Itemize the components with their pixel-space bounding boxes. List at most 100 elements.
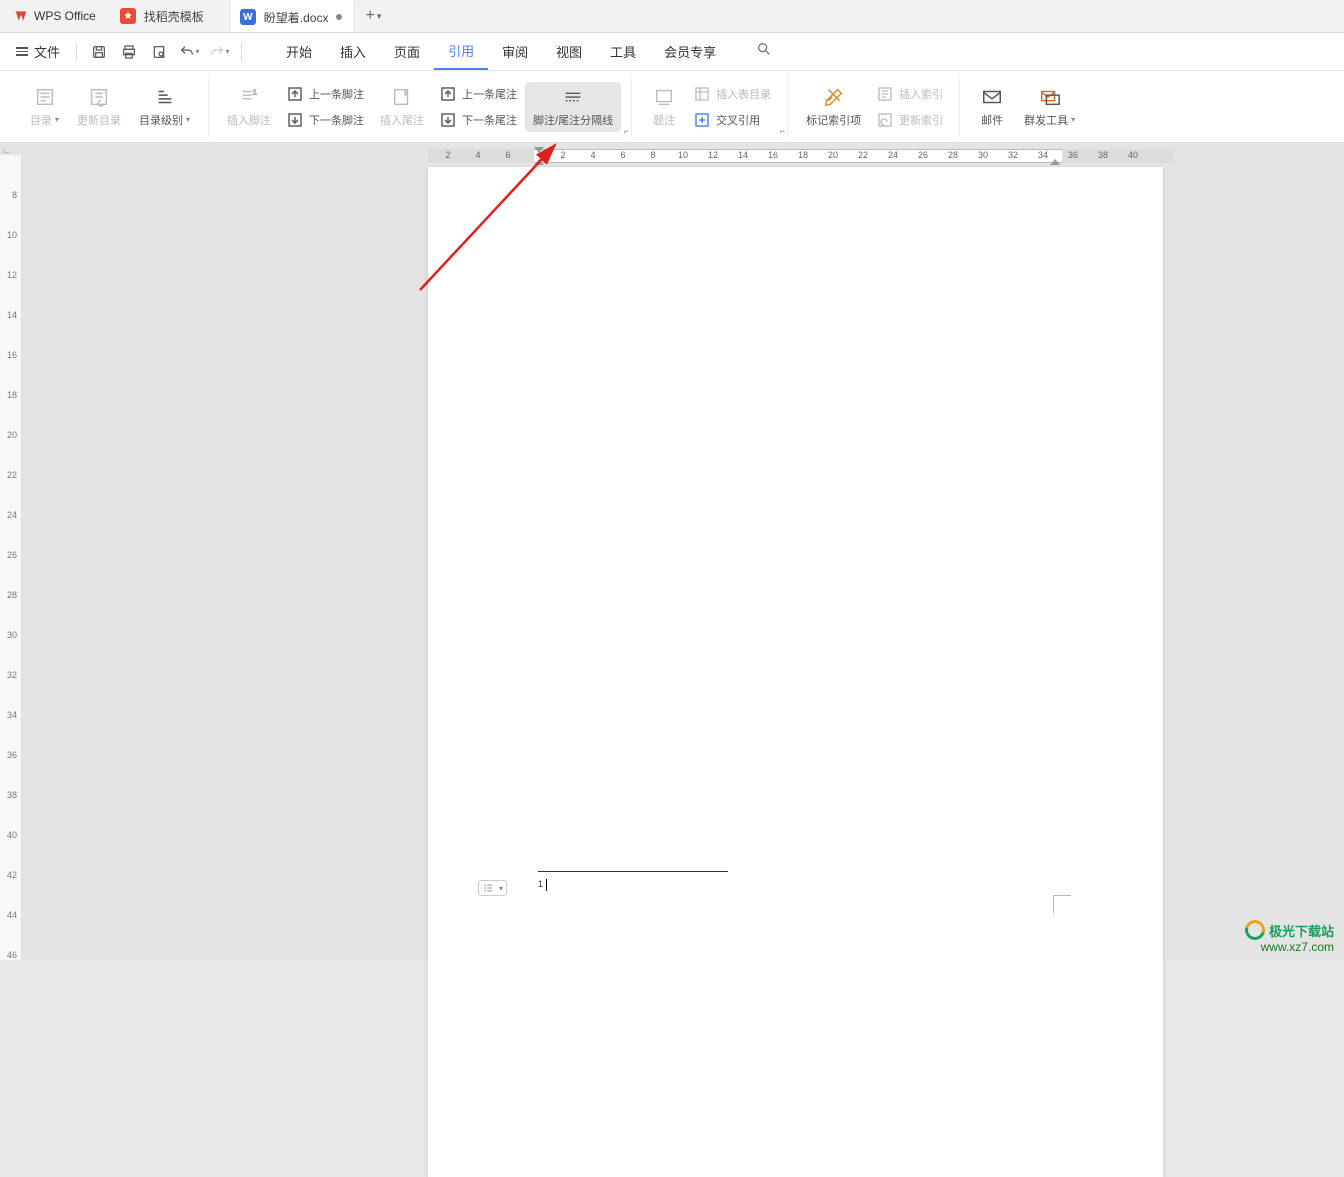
crossref-icon	[694, 112, 710, 128]
endnote-icon: i	[391, 86, 413, 108]
tab-insert[interactable]: 插入	[326, 34, 380, 69]
tab-page[interactable]: 页面	[380, 34, 434, 69]
group-index: 标记索引项 插入索引 更新索引	[788, 75, 960, 138]
toc-button[interactable]: 目录▾	[22, 82, 67, 132]
chevron-down-icon: ▾	[196, 47, 200, 56]
table-toc-icon	[694, 86, 710, 102]
print-button[interactable]	[117, 40, 141, 64]
mail-button[interactable]: 邮件	[970, 82, 1014, 132]
file-label: 文件	[34, 42, 60, 61]
group-toc: 目录▾ 更新目录 目录级别▾	[12, 75, 209, 138]
page-corner-marker	[1053, 895, 1071, 913]
footnote-separator-line	[538, 871, 728, 872]
tab-template[interactable]: 找稻壳模板	[110, 0, 230, 32]
tab-view[interactable]: 视图	[542, 34, 596, 69]
dialog-launcher-icon[interactable]: ⌐	[780, 126, 785, 136]
insert-footnote-button[interactable]: 1 插入脚注	[219, 82, 279, 132]
app-tab[interactable]: WPS Office	[0, 0, 110, 32]
caption-button[interactable]: 题注	[642, 82, 686, 132]
hamburger-icon	[16, 47, 28, 56]
print-preview-button[interactable]	[147, 40, 171, 64]
title-bar: WPS Office 找稻壳模板 W 盼望着.docx + ▾	[0, 0, 1344, 33]
plus-icon: +	[365, 7, 374, 25]
wps-logo-icon	[14, 9, 28, 23]
insert-index-icon	[877, 86, 893, 102]
next-endnote-button[interactable]: 下一条尾注	[434, 109, 523, 131]
chevron-down-icon: ▾	[499, 884, 503, 893]
menu-row: 文件 ▾ ▾ 开始 插入 页面 引用 审阅 视图 工具 会员专享	[0, 33, 1344, 71]
redo-button[interactable]: ▾	[207, 40, 231, 64]
separator	[76, 42, 77, 62]
template-icon	[120, 8, 136, 24]
caption-icon	[653, 86, 675, 108]
insert-table-toc-button[interactable]: 插入表目录	[688, 83, 777, 105]
footnote-icon: 1	[238, 86, 260, 108]
toc-level-icon	[154, 86, 176, 108]
toc-icon	[34, 86, 56, 108]
svg-text:1: 1	[253, 87, 257, 96]
new-tab-button[interactable]: + ▾	[355, 0, 391, 32]
mass-icon	[1039, 86, 1061, 108]
next-endnote-icon	[440, 112, 456, 128]
dialog-launcher-icon[interactable]: ⌐	[624, 126, 629, 136]
indent-marker[interactable]	[1050, 159, 1060, 165]
watermark: 极光下载站 www.xz7.com	[1245, 920, 1334, 954]
footnote-separator-button[interactable]: 脚注/尾注分隔线	[525, 82, 621, 132]
tab-home[interactable]: 开始	[272, 34, 326, 69]
list-icon	[482, 882, 494, 894]
document-page[interactable]: 1 ▾	[428, 167, 1163, 1177]
mark-index-icon	[823, 86, 845, 108]
undo-icon	[179, 44, 195, 60]
tab-label: 盼望着.docx	[264, 9, 329, 26]
footnote-options-button[interactable]: ▾	[478, 880, 507, 896]
tab-member[interactable]: 会员专享	[650, 34, 730, 69]
group-mail: 邮件 群发工具▾	[960, 75, 1093, 138]
search-button[interactable]	[746, 35, 782, 68]
undo-button[interactable]: ▾	[177, 40, 201, 64]
footnote-marker: 1	[538, 879, 543, 889]
mail-icon	[981, 86, 1003, 108]
toc-level-button[interactable]: 目录级别▾	[131, 82, 198, 132]
mass-send-button[interactable]: 群发工具▾	[1016, 82, 1083, 132]
prev-endnote-button[interactable]: 上一条尾注	[434, 83, 523, 105]
workspace: ∟ 64224681012141618202224262830323436384…	[0, 143, 1344, 960]
chevron-down-icon: ▾	[377, 11, 382, 22]
file-menu-button[interactable]: 文件	[10, 38, 66, 65]
prev-footnote-button[interactable]: 上一条脚注	[281, 83, 370, 105]
separator	[241, 42, 242, 62]
cross-reference-button[interactable]: 交叉引用	[688, 109, 777, 131]
text-cursor	[546, 879, 547, 891]
tab-label: 找稻壳模板	[144, 8, 204, 25]
vertical-ruler[interactable]: 810121416182022242628303234363840424446	[0, 155, 22, 960]
update-toc-button[interactable]: 更新目录	[69, 82, 129, 132]
save-button[interactable]	[87, 40, 111, 64]
update-index-button[interactable]: 更新索引	[871, 109, 949, 131]
first-line-indent-marker[interactable]	[534, 147, 544, 153]
app-name: WPS Office	[34, 9, 96, 23]
mark-index-button[interactable]: 标记索引项	[798, 82, 869, 132]
svg-text:i: i	[405, 90, 406, 97]
word-doc-icon: W	[240, 9, 256, 25]
horizontal-ruler[interactable]: 642246810121416182022242628303234363840	[428, 149, 1174, 163]
insert-index-button[interactable]: 插入索引	[871, 83, 949, 105]
separator-icon	[562, 86, 584, 108]
print-icon	[121, 44, 137, 60]
insert-endnote-button[interactable]: i 插入尾注	[372, 82, 432, 132]
next-footnote-icon	[287, 112, 303, 128]
next-footnote-button[interactable]: 下一条脚注	[281, 109, 370, 131]
tab-references[interactable]: 引用	[434, 33, 488, 70]
preview-icon	[151, 44, 167, 60]
chevron-down-icon: ▾	[226, 47, 230, 56]
prev-footnote-icon	[287, 86, 303, 102]
save-icon	[91, 44, 107, 60]
update-index-icon	[877, 112, 893, 128]
indent-marker[interactable]	[534, 159, 544, 165]
tab-document[interactable]: W 盼望着.docx	[230, 0, 356, 32]
group-footnote: 1 插入脚注 上一条脚注 下一条脚注 i 插入尾注 上一条尾注 下一条	[209, 75, 632, 138]
group-caption: 题注 插入表目录 交叉引用 ⌐	[632, 75, 788, 138]
tab-tools[interactable]: 工具	[596, 34, 650, 69]
prev-endnote-icon	[440, 86, 456, 102]
ribbon: 目录▾ 更新目录 目录级别▾ 1 插入脚注 上一条脚注 下一条脚注	[0, 71, 1344, 143]
tab-review[interactable]: 审阅	[488, 34, 542, 69]
ribbon-tabs: 开始 插入 页面 引用 审阅 视图 工具 会员专享	[272, 33, 730, 70]
